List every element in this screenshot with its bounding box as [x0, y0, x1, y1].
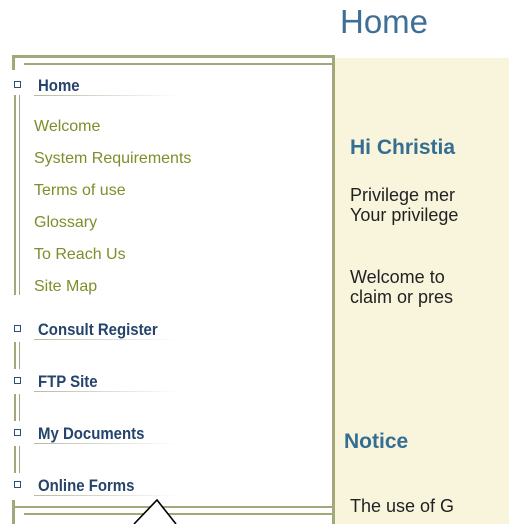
greeting-heading: Hi Christia: [350, 136, 456, 159]
tree-line-home-inner: [19, 95, 20, 295]
tree-line-docs-inner: [19, 446, 20, 473]
tree-line-ftp-inner: [19, 394, 20, 421]
tree-line-consult-inner: [19, 342, 20, 369]
privilege-text-line2: Your privilege: [350, 205, 459, 225]
sidebar-item-to-reach-us[interactable]: To Reach Us: [34, 245, 126, 265]
tree-line-home: [14, 95, 16, 295]
square-bullet-icon: [14, 429, 21, 436]
tree-line-consult: [14, 342, 16, 369]
section-underline: [34, 95, 179, 96]
section-underline: [34, 391, 179, 392]
notice-heading: Notice: [344, 430, 409, 453]
square-bullet-icon: [14, 481, 21, 488]
main-content: Hi Christia Privilege mer Your privilege…: [335, 58, 509, 524]
privilege-text-line1: Privilege mer: [350, 185, 456, 205]
welcome-text-line2: claim or pres: [350, 287, 454, 307]
tree-line-ftp: [14, 394, 16, 421]
square-bullet-icon: [14, 325, 21, 332]
page-title: Home: [340, 3, 429, 40]
sidebar-item-welcome[interactable]: Welcome: [34, 117, 100, 137]
sidebar-item-site-map[interactable]: Site Map: [34, 277, 97, 297]
sidebar-item-system-requirements[interactable]: System Requirements: [34, 149, 191, 169]
square-bullet-icon: [14, 81, 21, 88]
sidebar-item-glossary[interactable]: Glossary: [34, 213, 97, 233]
notice-text: The use of G: [350, 496, 455, 516]
sidebar-item-terms-of-use[interactable]: Terms of use: [34, 181, 126, 201]
mouse-cursor-icon: [133, 498, 177, 524]
section-underline: [34, 339, 179, 340]
sidebar-frame-right: [332, 55, 335, 524]
tree-line-docs: [14, 446, 16, 473]
section-underline: [34, 443, 179, 444]
sidebar-section-label: Consult Register: [38, 320, 158, 339]
sidebar-section-label: My Documents: [38, 424, 145, 443]
sidebar-section-label: Home: [38, 76, 80, 95]
sidebar-section-label: FTP Site: [38, 372, 98, 391]
square-bullet-icon: [14, 377, 21, 384]
welcome-text-line1: Welcome to: [350, 267, 445, 287]
sidebar-nav: Home Welcome System Requirements Terms o…: [0, 0, 330, 524]
